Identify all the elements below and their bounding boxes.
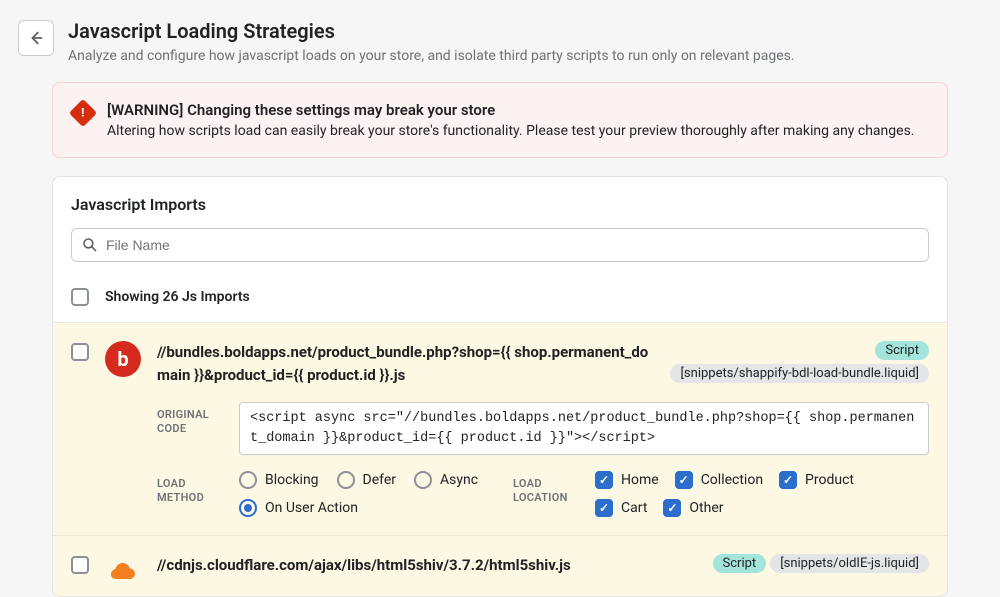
back-button[interactable] [18, 20, 54, 56]
imports-section-title: Javascript Imports [71, 195, 929, 214]
path-badge: [snippets/shappify-bdl-load-bundle.liqui… [670, 364, 929, 383]
loc-home-label: Home [621, 472, 659, 488]
loc-home[interactable]: Home [595, 471, 659, 489]
type-badge: Script [875, 341, 929, 360]
path-badge: [snippets/oldIE-js.liquid] [770, 554, 929, 573]
warning-icon: ! [69, 99, 97, 127]
import-row: //cdnjs.cloudflare.com/ajax/libs/html5sh… [53, 535, 947, 596]
import-url: //cdnjs.cloudflare.com/ajax/libs/html5sh… [157, 554, 693, 577]
loc-other[interactable]: Other [663, 499, 723, 517]
import-row: b //bundles.boldapps.net/product_bundle.… [53, 322, 947, 535]
loc-product-label: Product [805, 472, 854, 488]
method-async-label: Async [440, 472, 478, 488]
original-code-label: ORIGINAL CODE [157, 402, 225, 437]
method-blocking-label: Blocking [265, 472, 319, 488]
import-url: //bundles.boldapps.net/product_bundle.ph… [157, 341, 650, 386]
loc-cart[interactable]: Cart [595, 499, 647, 517]
row-checkbox[interactable] [71, 343, 89, 361]
page-title: Javascript Loading Strategies [68, 18, 795, 44]
cloud-icon [108, 561, 138, 583]
load-method-label: LOAD METHOD [157, 471, 225, 517]
load-location-label: LOAD LOCATION [513, 471, 581, 517]
warning-title: [WARNING] Changing these settings may br… [107, 101, 914, 119]
method-user-action-label: On User Action [265, 500, 358, 516]
method-defer-label: Defer [363, 472, 396, 488]
loc-cart-label: Cart [621, 500, 647, 516]
arrow-left-icon [27, 29, 45, 47]
method-defer[interactable]: Defer [337, 471, 396, 489]
page-subtitle: Analyze and configure how javascript loa… [68, 48, 795, 64]
method-user-action[interactable]: On User Action [239, 499, 358, 517]
row-checkbox[interactable] [71, 556, 89, 574]
type-badge: Script [713, 554, 767, 573]
select-all-checkbox[interactable] [71, 288, 89, 306]
imports-card: Javascript Imports Showing 26 Js Imports… [52, 176, 948, 597]
search-icon [82, 237, 98, 253]
warning-body: Altering how scripts load can easily bre… [107, 123, 914, 139]
loc-collection-label: Collection [701, 472, 763, 488]
loc-other-label: Other [689, 500, 723, 516]
loc-collection[interactable]: Collection [675, 471, 763, 489]
warning-banner: ! [WARNING] Changing these settings may … [52, 82, 948, 158]
method-blocking[interactable]: Blocking [239, 471, 319, 489]
method-async[interactable]: Async [414, 471, 478, 489]
search-input-wrap[interactable] [71, 228, 929, 262]
loc-product[interactable]: Product [779, 471, 854, 489]
app-logo-bold: b [105, 341, 141, 377]
original-code-box[interactable]: <script async src="//bundles.boldapps.ne… [239, 402, 929, 455]
showing-count: Showing 26 Js Imports [105, 289, 250, 305]
search-input[interactable] [106, 237, 918, 253]
